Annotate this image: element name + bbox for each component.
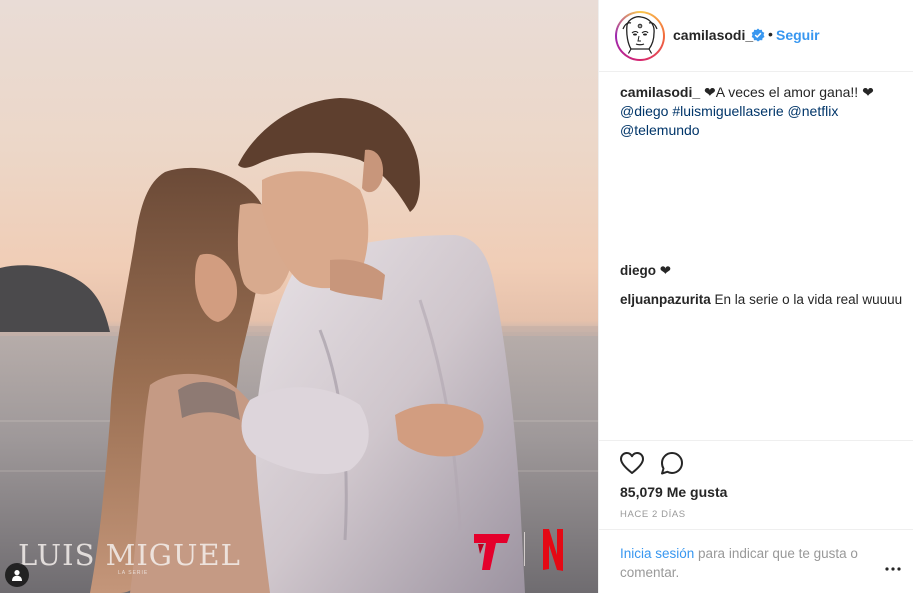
user-tag-icon xyxy=(12,570,22,581)
caption-hashtag-link[interactable]: #luismiguellaserie xyxy=(672,103,783,119)
caption-text: A veces el amor gana!! xyxy=(715,84,859,100)
netflix-logo-icon xyxy=(543,529,563,571)
comment-item: diego ❤ xyxy=(620,261,904,280)
comment-username-link[interactable]: eljuanpazurita xyxy=(620,292,711,307)
caption-mention-link[interactable]: @netflix xyxy=(788,103,839,119)
caption-mention-link[interactable]: @telemundo xyxy=(620,122,700,138)
heart-outline-icon[interactable] xyxy=(619,451,645,475)
post-side-panel: camilasodi_ • Seguir camilasodi_ ❤A vece… xyxy=(598,0,913,593)
comment-item: eljuanpazurita En la serie o la vida rea… xyxy=(620,290,904,309)
more-dots-icon[interactable] xyxy=(884,566,902,572)
header-separator-dot: • xyxy=(768,26,773,42)
likes-count[interactable]: 85,079 Me gusta xyxy=(620,484,727,500)
verified-badge-icon xyxy=(751,28,765,42)
luis-miguel-logo-subtitle: LA SERIE xyxy=(118,570,149,576)
login-link[interactable]: Inicia sesión xyxy=(620,546,694,561)
login-prompt: Inicia sesión para indicar que te gusta … xyxy=(620,544,880,582)
user-tag-button[interactable] xyxy=(5,563,29,587)
comment-text: En la serie o la vida real wuuuu xyxy=(714,292,903,307)
divider xyxy=(599,440,913,441)
caption-heart-emoji: ❤ xyxy=(862,84,874,100)
post-timestamp[interactable]: HACE 2 DÍAS xyxy=(620,509,686,520)
post-caption: camilasodi_ ❤A veces el amor gana!! ❤ @d… xyxy=(620,83,904,140)
comment-username-link[interactable]: diego xyxy=(620,263,656,278)
header-username-link[interactable]: camilasodi_ xyxy=(673,27,753,43)
comment-bubble-icon[interactable] xyxy=(659,450,685,476)
caption-heart-emoji: ❤ xyxy=(704,84,716,100)
avatar[interactable] xyxy=(615,11,665,61)
follow-button[interactable]: Seguir xyxy=(776,27,820,43)
luis-miguel-logo: LUIS MIGUEL xyxy=(18,538,241,572)
caption-username-link[interactable]: camilasodi_ xyxy=(620,84,700,100)
telemundo-logo-icon xyxy=(474,534,510,570)
logo-divider xyxy=(524,532,525,566)
post-photo[interactable]: LUIS MIGUEL LA SERIE xyxy=(0,0,598,593)
kiss-scene-image xyxy=(0,98,598,593)
caption-mention-link[interactable]: @diego xyxy=(620,103,668,119)
avatar-face-illustration-icon xyxy=(619,15,661,57)
comment-text: ❤ xyxy=(659,263,672,278)
post-header: camilasodi_ • Seguir xyxy=(599,0,913,72)
divider xyxy=(599,529,913,530)
